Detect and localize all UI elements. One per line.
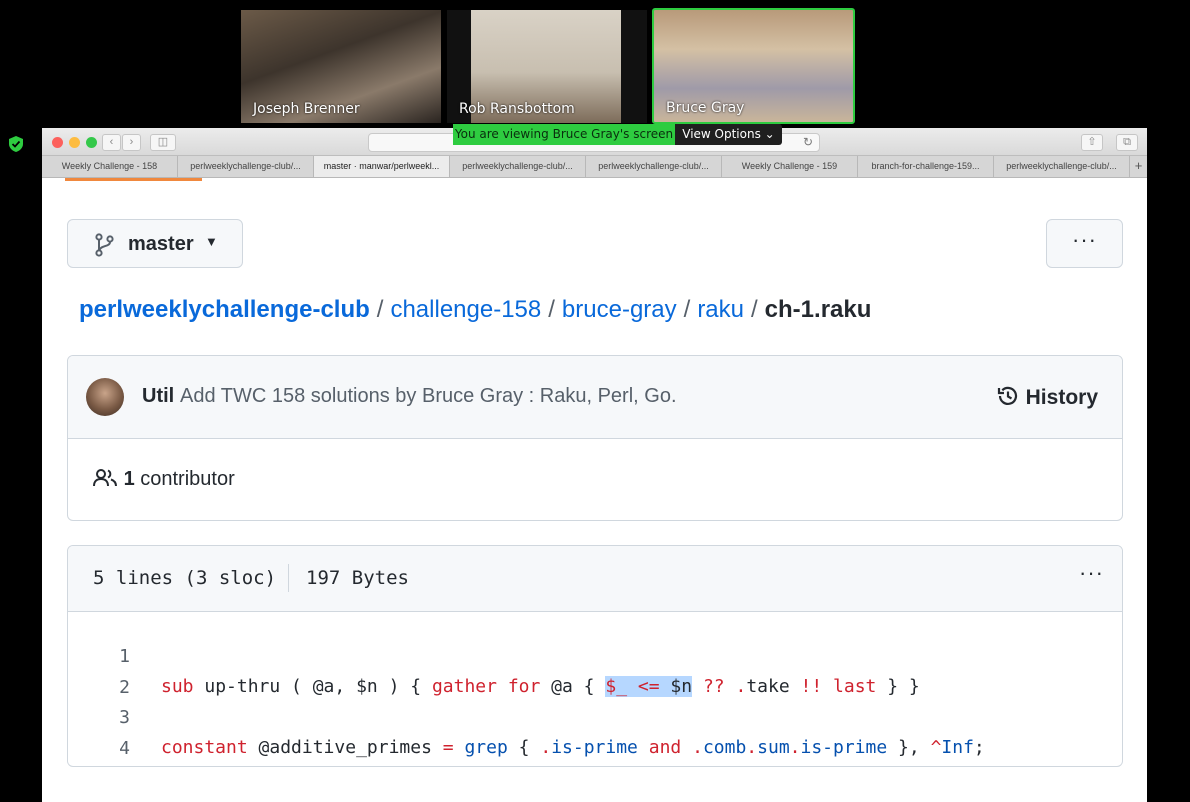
code-line: 4 — [68, 704, 1122, 759]
code-line: 2 — [68, 643, 1122, 698]
browser-tab[interactable]: Weekly Challenge - 159 — [722, 156, 858, 177]
browser-tab[interactable]: perlweeklychallenge-club/... — [586, 156, 722, 177]
browser-tab-bar: Weekly Challenge - 158 perlweeklychallen… — [42, 156, 1147, 178]
file-more-options-icon[interactable]: ··· — [1079, 560, 1104, 586]
browser-tab[interactable]: Weekly Challenge - 158 — [42, 156, 178, 177]
breadcrumb-separator: / — [751, 296, 758, 323]
file-lines-info: 5 lines (3 sloc) — [93, 567, 277, 589]
breadcrumb-separator: / — [376, 296, 384, 323]
reload-icon[interactable]: ↻ — [803, 135, 813, 149]
caret-down-icon: ▼ — [205, 234, 218, 249]
more-options-button[interactable]: ··· — [1046, 219, 1123, 268]
browser-tab[interactable]: perlweeklychallenge-club/... — [178, 156, 314, 177]
line-number[interactable]: 5 — [68, 764, 130, 766]
branch-name: master — [128, 233, 194, 255]
code-line: 1 sub up-thru ( @a, $n ) { gather for @a… — [68, 612, 1122, 697]
file-viewer: 5 lines (3 sloc) 197 Bytes ··· 1 sub up-… — [67, 545, 1123, 767]
contributors-info[interactable]: 1 contributor — [92, 468, 235, 491]
participant-tile-bruce-active-speaker[interactable]: Bruce Gray — [652, 8, 855, 124]
sidebar-icon[interactable]: ◫ — [150, 134, 176, 151]
back-icon[interactable]: ‹ — [102, 134, 121, 151]
contributor-label: contributor — [140, 468, 235, 490]
latest-commit-box: Util Add TWC 158 solutions by Bruce Gray… — [67, 355, 1123, 521]
browser-tab[interactable]: perlweeklychallenge-club/... — [450, 156, 586, 177]
branch-selector-button[interactable]: master ▼ — [67, 219, 243, 268]
participant-name: Joseph Brenner — [253, 101, 360, 117]
code-line: 5 say @additive_primes.&up-thru(100).joi… — [68, 734, 1122, 764]
breadcrumb-separator: / — [548, 296, 555, 323]
breadcrumb: perlweeklychallenge-club / challenge-158/b… — [79, 296, 871, 324]
shared-browser-window: ‹ › ◫ ↻ ⇧ ⧉ Weekly Challenge - 158 perlw… — [42, 128, 1147, 802]
browser-tab[interactable]: perlweeklychallenge-club/... — [994, 156, 1130, 177]
participant-name: Bruce Gray — [666, 100, 745, 116]
history-label: History — [1025, 386, 1098, 409]
participant-name: Rob Ransbottom — [459, 101, 575, 117]
zoom-window-button[interactable] — [86, 137, 97, 148]
commit-author[interactable]: Util — [142, 385, 174, 408]
file-header: 5 lines (3 sloc) 197 Bytes ··· — [68, 546, 1122, 612]
breadcrumb-separator: / — [683, 296, 691, 323]
tab-overview-icon[interactable]: ⧉ — [1116, 134, 1138, 151]
minimize-window-button[interactable] — [69, 137, 80, 148]
history-icon — [997, 386, 1017, 405]
avatar[interactable] — [86, 378, 124, 416]
security-shield-icon[interactable] — [7, 135, 25, 153]
participant-tile-rob[interactable]: Rob Ransbottom — [447, 10, 647, 123]
breadcrumb-owner-link[interactable]: perlweeklychallenge-club — [79, 296, 370, 323]
breadcrumb-user-link[interactable]: bruce-gray — [562, 296, 677, 323]
breadcrumb-raku-link[interactable]: raku — [697, 296, 744, 323]
close-window-button[interactable] — [52, 137, 63, 148]
history-link[interactable]: History — [996, 384, 1098, 410]
git-branch-icon — [95, 233, 114, 257]
divider — [288, 564, 289, 592]
github-file-page: master ▼ ··· perlweeklychallenge-club / ch… — [42, 181, 1147, 802]
forward-icon[interactable]: › — [122, 134, 141, 151]
browser-tab[interactable]: branch-for-challenge-159... — [858, 156, 994, 177]
new-tab-button[interactable]: + — [1130, 156, 1147, 177]
breadcrumb-filename: ch-1.raku — [764, 296, 872, 323]
browser-tab-active[interactable]: master · manwar/perlweekl... — [314, 156, 450, 177]
file-size: 197 Bytes — [306, 567, 409, 589]
screen-share-banner: You are viewing Bruce Gray's screen — [453, 124, 675, 145]
code-line: 3 constant @additive_primes = grep { .is… — [68, 673, 1122, 758]
breadcrumb-challenge-link[interactable]: challenge-158 — [390, 296, 541, 323]
contributor-count: 1 — [123, 468, 135, 490]
share-icon[interactable]: ⇧ — [1081, 134, 1103, 151]
commit-header: Util Add TWC 158 solutions by Bruce Gray… — [68, 356, 1122, 439]
commit-message[interactable]: Add TWC 158 solutions by Bruce Gray : Ra… — [180, 385, 677, 408]
view-options-label: View Options — [682, 127, 761, 141]
participant-tile-joseph[interactable]: Joseph Brenner — [241, 10, 441, 123]
people-icon — [93, 469, 117, 487]
view-options-button[interactable]: View Options ⌄ — [675, 124, 782, 145]
chevron-down-icon: ⌄ — [764, 127, 775, 141]
